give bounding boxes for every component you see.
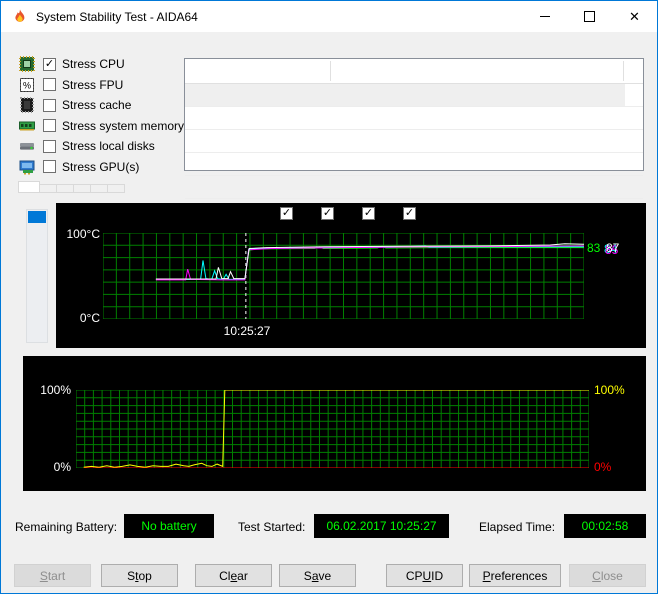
stress-checkbox-4[interactable] xyxy=(43,119,56,133)
stress-option-label: Stress system memory xyxy=(62,118,185,133)
legend-checkbox-core2[interactable]: ✓ xyxy=(321,207,334,220)
stress-option-row: Stress local disks xyxy=(19,136,184,157)
fpu-chip-icon: % xyxy=(19,77,35,93)
window-title: System Stability Test - AIDA64 xyxy=(36,9,198,24)
elapsed-time-value-box: 00:02:58 xyxy=(564,514,646,538)
stress-option-label: Stress FPU xyxy=(62,77,124,92)
minimize-icon xyxy=(539,16,550,17)
vertical-scrollbar[interactable] xyxy=(26,209,48,343)
event-log-empty-row xyxy=(185,107,643,130)
cpuid-button[interactable]: CP U ID xyxy=(386,564,463,587)
close-icon: ✕ xyxy=(629,9,640,24)
close-button[interactable]: ✕ xyxy=(612,1,657,32)
stress-option-row: ✓ Stress CPU xyxy=(19,54,184,75)
stress-checkbox-3[interactable] xyxy=(43,98,56,112)
elapsed-time-value: 00:02:58 xyxy=(581,519,629,533)
usage-chart-title xyxy=(23,362,646,376)
maximize-icon xyxy=(584,11,595,22)
legend-item: ✓ xyxy=(280,207,299,220)
flame-app-icon xyxy=(15,9,25,22)
stress-checkbox-1[interactable]: ✓ xyxy=(43,57,56,71)
event-log-empty-row xyxy=(185,153,643,176)
stress-option-row: Stress GPU(s) xyxy=(19,157,184,178)
legend-checkbox-core3[interactable]: ✓ xyxy=(362,207,375,220)
row-selection-highlight xyxy=(185,84,625,106)
tab-cooling-fans[interactable] xyxy=(39,184,57,193)
event-log-empty-row xyxy=(185,176,643,199)
stress-option-label: Stress GPU(s) xyxy=(62,159,140,174)
tab-temperatures[interactable] xyxy=(18,181,40,193)
temperature-legend: ✓ ✓ ✓ ✓ xyxy=(56,207,646,220)
usage-left-top-label: 100% xyxy=(40,383,71,397)
tab-statistics[interactable] xyxy=(107,184,125,193)
elapsed-time-label: Elapsed Time: xyxy=(479,520,556,534)
tab-voltages[interactable] xyxy=(56,184,74,193)
temp-axis-bottom-label: 0°C xyxy=(79,311,100,325)
battery-label: Remaining Battery: xyxy=(15,520,118,534)
disk-icon xyxy=(19,138,35,154)
stress-option-label: Stress CPU xyxy=(62,57,125,72)
core-values-cluster: 84 85 87 xyxy=(604,241,624,257)
stress-checkbox-6[interactable] xyxy=(43,160,56,174)
system-stability-test-window: System Stability Test - AIDA64 ✕ ✓ Stress… xyxy=(0,0,658,594)
stress-option-row: % Stress FPU xyxy=(19,75,184,96)
temperature-chart xyxy=(103,233,584,319)
legend-checkbox-core1[interactable]: ✓ xyxy=(280,207,293,220)
minimize-button[interactable] xyxy=(522,1,567,32)
test-started-label: Test Started: xyxy=(238,520,306,534)
preferences-button[interactable]: Preferences xyxy=(469,564,561,587)
scrollbar-thumb[interactable] xyxy=(28,211,46,223)
test-started-value-box: 06.02.2017 10:25:27 xyxy=(314,514,449,538)
gpu-icon xyxy=(19,159,35,175)
cache-chip-icon xyxy=(19,97,35,114)
stress-option-label: Stress local disks xyxy=(62,139,155,154)
usage-left-bottom-label: 0% xyxy=(53,460,71,474)
stress-option-row: Stress cache xyxy=(19,95,184,116)
tab-clocks[interactable] xyxy=(90,184,108,193)
svg-text:%: % xyxy=(23,80,31,90)
event-log-empty-row xyxy=(185,130,643,153)
clear-button[interactable]: Cl e ar xyxy=(195,564,272,587)
usage-right-bottom-label: 0% xyxy=(594,460,612,474)
stress-options-list: ✓ Stress CPU% Stress FPU Stress cache Stress… xyxy=(19,54,184,177)
event-time-label: 10:25:27 xyxy=(223,324,271,338)
legend-item: ✓ xyxy=(403,207,422,220)
tab-powers[interactable] xyxy=(73,184,91,193)
stop-button[interactable]: St op xyxy=(101,564,178,587)
stress-option-row: Stress system memory xyxy=(19,116,184,137)
temperature-chart-panel: ✓ ✓ ✓ ✓ 100°C 0°C 10:25:27 83 84 85 87 xyxy=(56,203,646,348)
start-button: Start xyxy=(14,564,91,587)
stress-checkbox-5[interactable] xyxy=(43,139,56,153)
battery-value: No battery xyxy=(141,519,197,533)
core4-value-label: 87 xyxy=(606,241,620,255)
core1-value-label: 83 xyxy=(587,241,601,255)
memory-icon xyxy=(19,118,35,134)
titlebar[interactable]: System Stability Test - AIDA64 ✕ xyxy=(1,1,657,32)
stress-checkbox-2[interactable] xyxy=(43,78,56,92)
column-divider[interactable] xyxy=(330,61,331,81)
tab-bar xyxy=(18,181,125,193)
save-button[interactable]: Sa ve xyxy=(279,564,356,587)
event-log-table[interactable] xyxy=(184,58,644,199)
legend-checkbox-core4[interactable]: ✓ xyxy=(403,207,416,220)
close-button: Close xyxy=(569,564,646,587)
legend-item: ✓ xyxy=(362,207,381,220)
usage-right-top-label: 100% xyxy=(594,383,625,397)
cpu-usage-chart xyxy=(76,390,589,468)
legend-item: ✓ xyxy=(321,207,340,220)
battery-value-box: No battery xyxy=(124,514,214,538)
column-divider[interactable] xyxy=(623,61,624,81)
maximize-button[interactable] xyxy=(567,1,612,32)
test-started-value: 06.02.2017 10:25:27 xyxy=(326,519,437,533)
temp-axis-top-label: 100°C xyxy=(66,227,101,241)
event-log-header xyxy=(185,59,643,84)
stress-option-label: Stress cache xyxy=(62,98,132,113)
event-log-row[interactable] xyxy=(185,84,643,107)
cpu-usage-chart-panel: 100% 0% 100% 0% xyxy=(23,356,646,491)
cpu-chip-icon xyxy=(19,56,35,73)
